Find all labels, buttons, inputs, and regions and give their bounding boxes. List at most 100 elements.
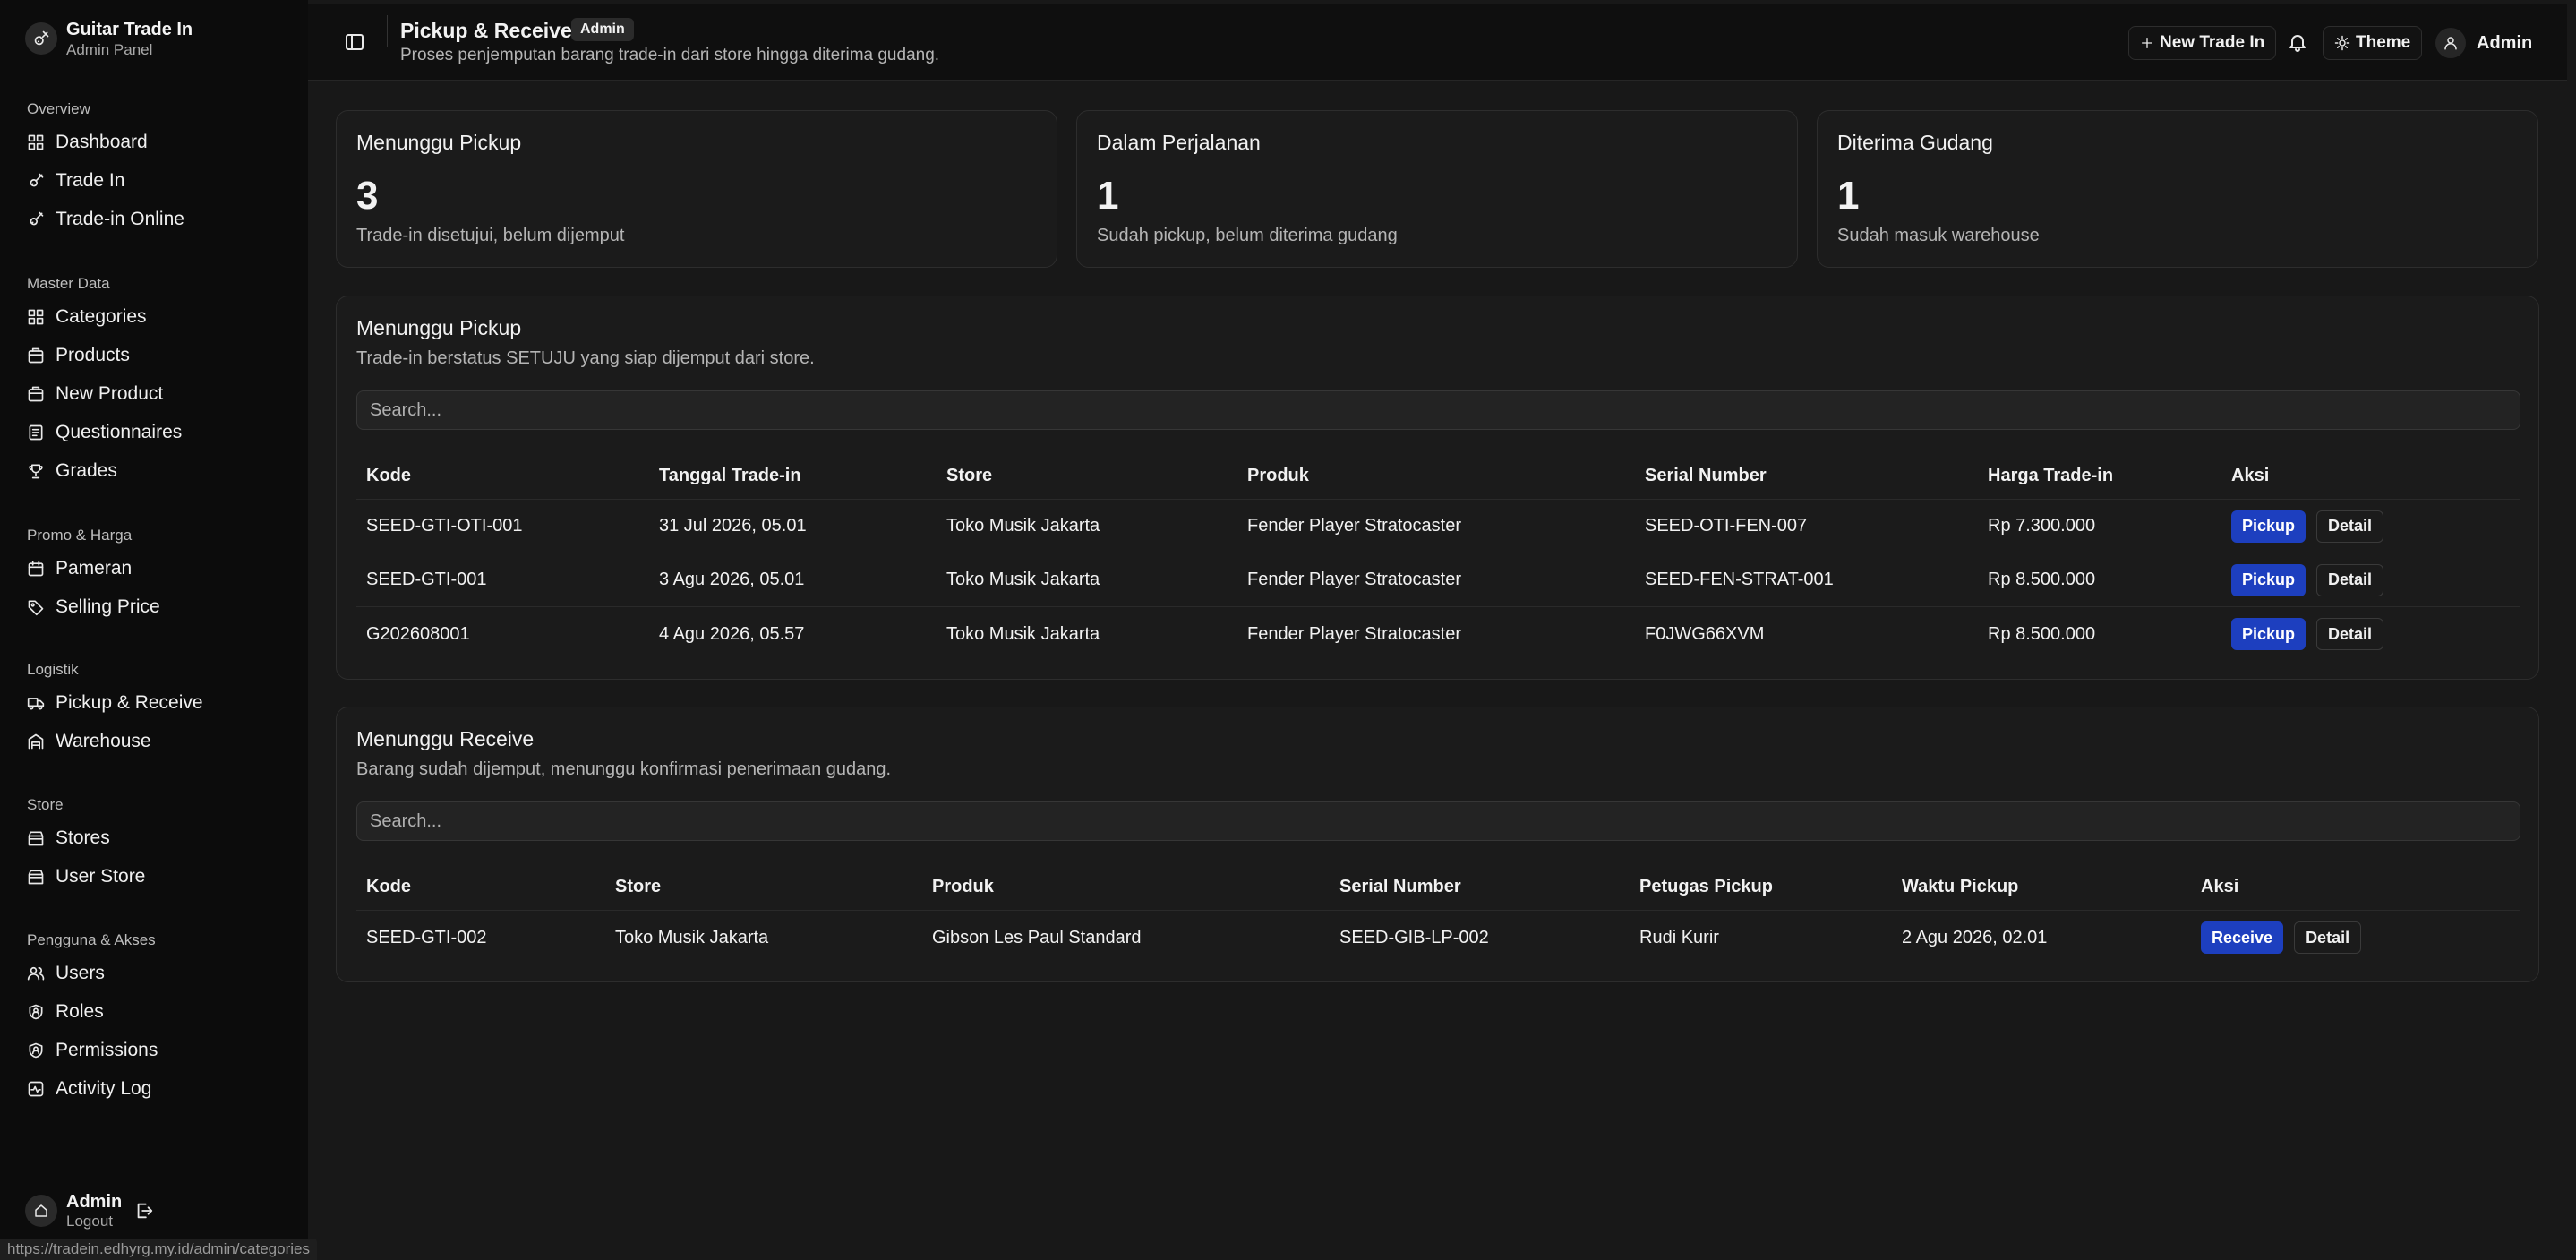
stat-card-menunggu-pickup: Menunggu Pickup 3 Trade-in disetujui, be…: [336, 110, 1057, 268]
receive-button[interactable]: Receive: [2201, 921, 2284, 954]
column-header[interactable]: Store: [615, 864, 661, 910]
panel-description: Barang sudah dijemput, menunggu konfirma…: [356, 759, 892, 779]
page-description: Proses penjemputan barang trade-in dari …: [400, 46, 940, 64]
stat-card-diterima-gudang: Diterima Gudang 1 Sudah masuk warehouse: [1817, 110, 2538, 268]
shield-icon: [29, 1042, 43, 1058]
tag-icon: [28, 600, 44, 615]
package-icon: [28, 386, 44, 401]
page-title: Pickup & Receive: [400, 19, 572, 42]
pickup-button[interactable]: Pickup: [2231, 618, 2306, 650]
bell-icon[interactable]: [2287, 31, 2308, 53]
cell-produk: Fender Player Stratocaster: [1247, 623, 1461, 644]
shield-icon: [29, 1004, 43, 1019]
column-header[interactable]: Produk: [1247, 453, 1309, 499]
sidebar-item-user-store[interactable]: User Store: [27, 857, 145, 896]
cell-tanggal: 31 Jul 2026, 05.01: [659, 516, 807, 536]
column-header[interactable]: Waktu Pickup: [1902, 864, 2018, 910]
role-badge: Admin: [571, 18, 634, 41]
stat-description: Sudah masuk warehouse: [1837, 226, 2040, 245]
sidebar-item-stores[interactable]: Stores: [27, 819, 145, 857]
sidebar-item-label: Warehouse: [56, 730, 151, 751]
user-menu[interactable]: Admin: [2435, 28, 2532, 58]
nav-group-promo-harga: Promo & Harga Pameran Selling Price: [27, 522, 160, 626]
column-header[interactable]: Harga Trade-in: [1988, 453, 2113, 499]
sidebar: Guitar Trade In Admin Panel Overview Das…: [0, 0, 308, 1260]
grid-icon: [28, 134, 44, 150]
store-icon: [28, 870, 44, 884]
brand-title: Guitar Trade In: [66, 20, 193, 39]
row-actions: Pickup Detail: [2231, 607, 2384, 661]
top-header: Pickup & Receive Admin Proses penjemputa…: [308, 4, 2567, 81]
sidebar-item-label: User Store: [56, 865, 146, 887]
cell-kode: G202608001: [366, 623, 470, 644]
cell-store: Toko Musik Jakarta: [946, 570, 1100, 589]
sidebar-item-label: Permissions: [56, 1039, 158, 1060]
user-icon: [2435, 28, 2466, 58]
column-header[interactable]: Serial Number: [1645, 453, 1767, 499]
sidebar-item-dashboard[interactable]: Dashboard: [27, 123, 184, 161]
detail-button[interactable]: Detail: [2316, 510, 2384, 543]
sidebar-item-products[interactable]: Products: [27, 336, 182, 374]
nav-group-label: Master Data: [27, 275, 110, 292]
theme-button[interactable]: Theme: [2323, 26, 2423, 60]
sidebar-item-trade-in[interactable]: Trade In: [27, 161, 184, 200]
row-actions: Pickup Detail: [2231, 553, 2384, 606]
sidebar-item-pameran[interactable]: Pameran: [27, 549, 160, 587]
nav-group-logistik: Logistik Pickup & Receive Warehouse: [27, 656, 203, 760]
sidebar-item-permissions[interactable]: Permissions: [27, 1031, 158, 1069]
cell-harga: Rp 8.500.000: [1988, 623, 2096, 644]
new-trade-in-button[interactable]: New Trade In: [2128, 26, 2277, 60]
sidebar-item-roles[interactable]: Roles: [27, 992, 158, 1031]
sidebar-item-trade-in-online[interactable]: Trade-in Online: [27, 200, 184, 238]
detail-button[interactable]: Detail: [2316, 618, 2384, 650]
brand[interactable]: Guitar Trade In Admin Panel: [25, 18, 193, 59]
pickup-button[interactable]: Pickup: [2231, 563, 2306, 596]
sidebar-item-label: Trade In: [56, 169, 125, 191]
table-row: SEED-GTI-OTI-001 31 Jul 2026, 05.01 Toko…: [356, 500, 2520, 553]
sidebar-item-pickup-receive[interactable]: Pickup & Receive: [27, 683, 203, 722]
detail-button[interactable]: Detail: [2294, 921, 2362, 954]
receive-search-input[interactable]: [356, 801, 2520, 841]
column-header[interactable]: Serial Number: [1339, 864, 1461, 910]
column-header[interactable]: Kode: [366, 864, 411, 910]
sidebar-item-selling-price[interactable]: Selling Price: [27, 587, 160, 626]
cell-tanggal: 4 Agu 2026, 05.57: [659, 623, 805, 644]
sidebar-item-users[interactable]: Users: [27, 954, 158, 992]
sidebar-item-new-product[interactable]: New Product: [27, 374, 182, 413]
column-header[interactable]: Petugas Pickup: [1639, 864, 1773, 910]
warehouse-icon: [28, 733, 44, 749]
column-header: Aksi: [2201, 877, 2239, 896]
sidebar-item-questionnaires[interactable]: Questionnaires: [27, 413, 182, 451]
sidebar-item-warehouse[interactable]: Warehouse: [27, 722, 203, 760]
cell-tanggal: 3 Agu 2026, 05.01: [659, 570, 805, 589]
truck-icon: [27, 697, 45, 709]
detail-button[interactable]: Detail: [2316, 563, 2384, 596]
sidebar-item-categories[interactable]: Categories: [27, 297, 182, 336]
store-icon: [28, 831, 44, 845]
cell-kode: SEED-GTI-001: [366, 570, 487, 589]
column-header[interactable]: Kode: [366, 453, 411, 499]
logout-link[interactable]: Logout: [66, 1213, 122, 1230]
sidebar-item-label: Activity Log: [56, 1077, 152, 1099]
column-header[interactable]: Tanggal Trade-in: [659, 453, 801, 499]
sidebar-item-activity-log[interactable]: Activity Log: [27, 1069, 158, 1108]
pickup-search-input[interactable]: [356, 390, 2520, 430]
column-header[interactable]: Produk: [932, 864, 994, 910]
stat-value: 1: [1097, 174, 1119, 218]
header-divider: [387, 15, 388, 47]
cell-produk: Gibson Les Paul Standard: [932, 927, 1142, 947]
cell-store: Toko Musik Jakarta: [946, 623, 1100, 644]
sidebar-toggle-icon[interactable]: [344, 31, 365, 53]
cell-waktu: 2 Agu 2026, 02.01: [1902, 927, 2048, 947]
sidebar-user[interactable]: Admin Logout: [25, 1191, 154, 1230]
logout-icon[interactable]: [134, 1201, 154, 1221]
sidebar-item-grades[interactable]: Grades: [27, 451, 182, 490]
cell-petugas: Rudi Kurir: [1639, 927, 1719, 947]
pickup-button[interactable]: Pickup: [2231, 510, 2306, 543]
theme-label: Theme: [2356, 33, 2411, 52]
column-header[interactable]: Store: [946, 453, 992, 499]
guitar-icon: [30, 173, 44, 186]
cell-harga: Rp 7.300.000: [1988, 516, 2096, 536]
status-bar-url: https://tradein.edhyrg.my.id/admin/categ…: [0, 1239, 317, 1260]
guitar-icon: [30, 211, 44, 225]
